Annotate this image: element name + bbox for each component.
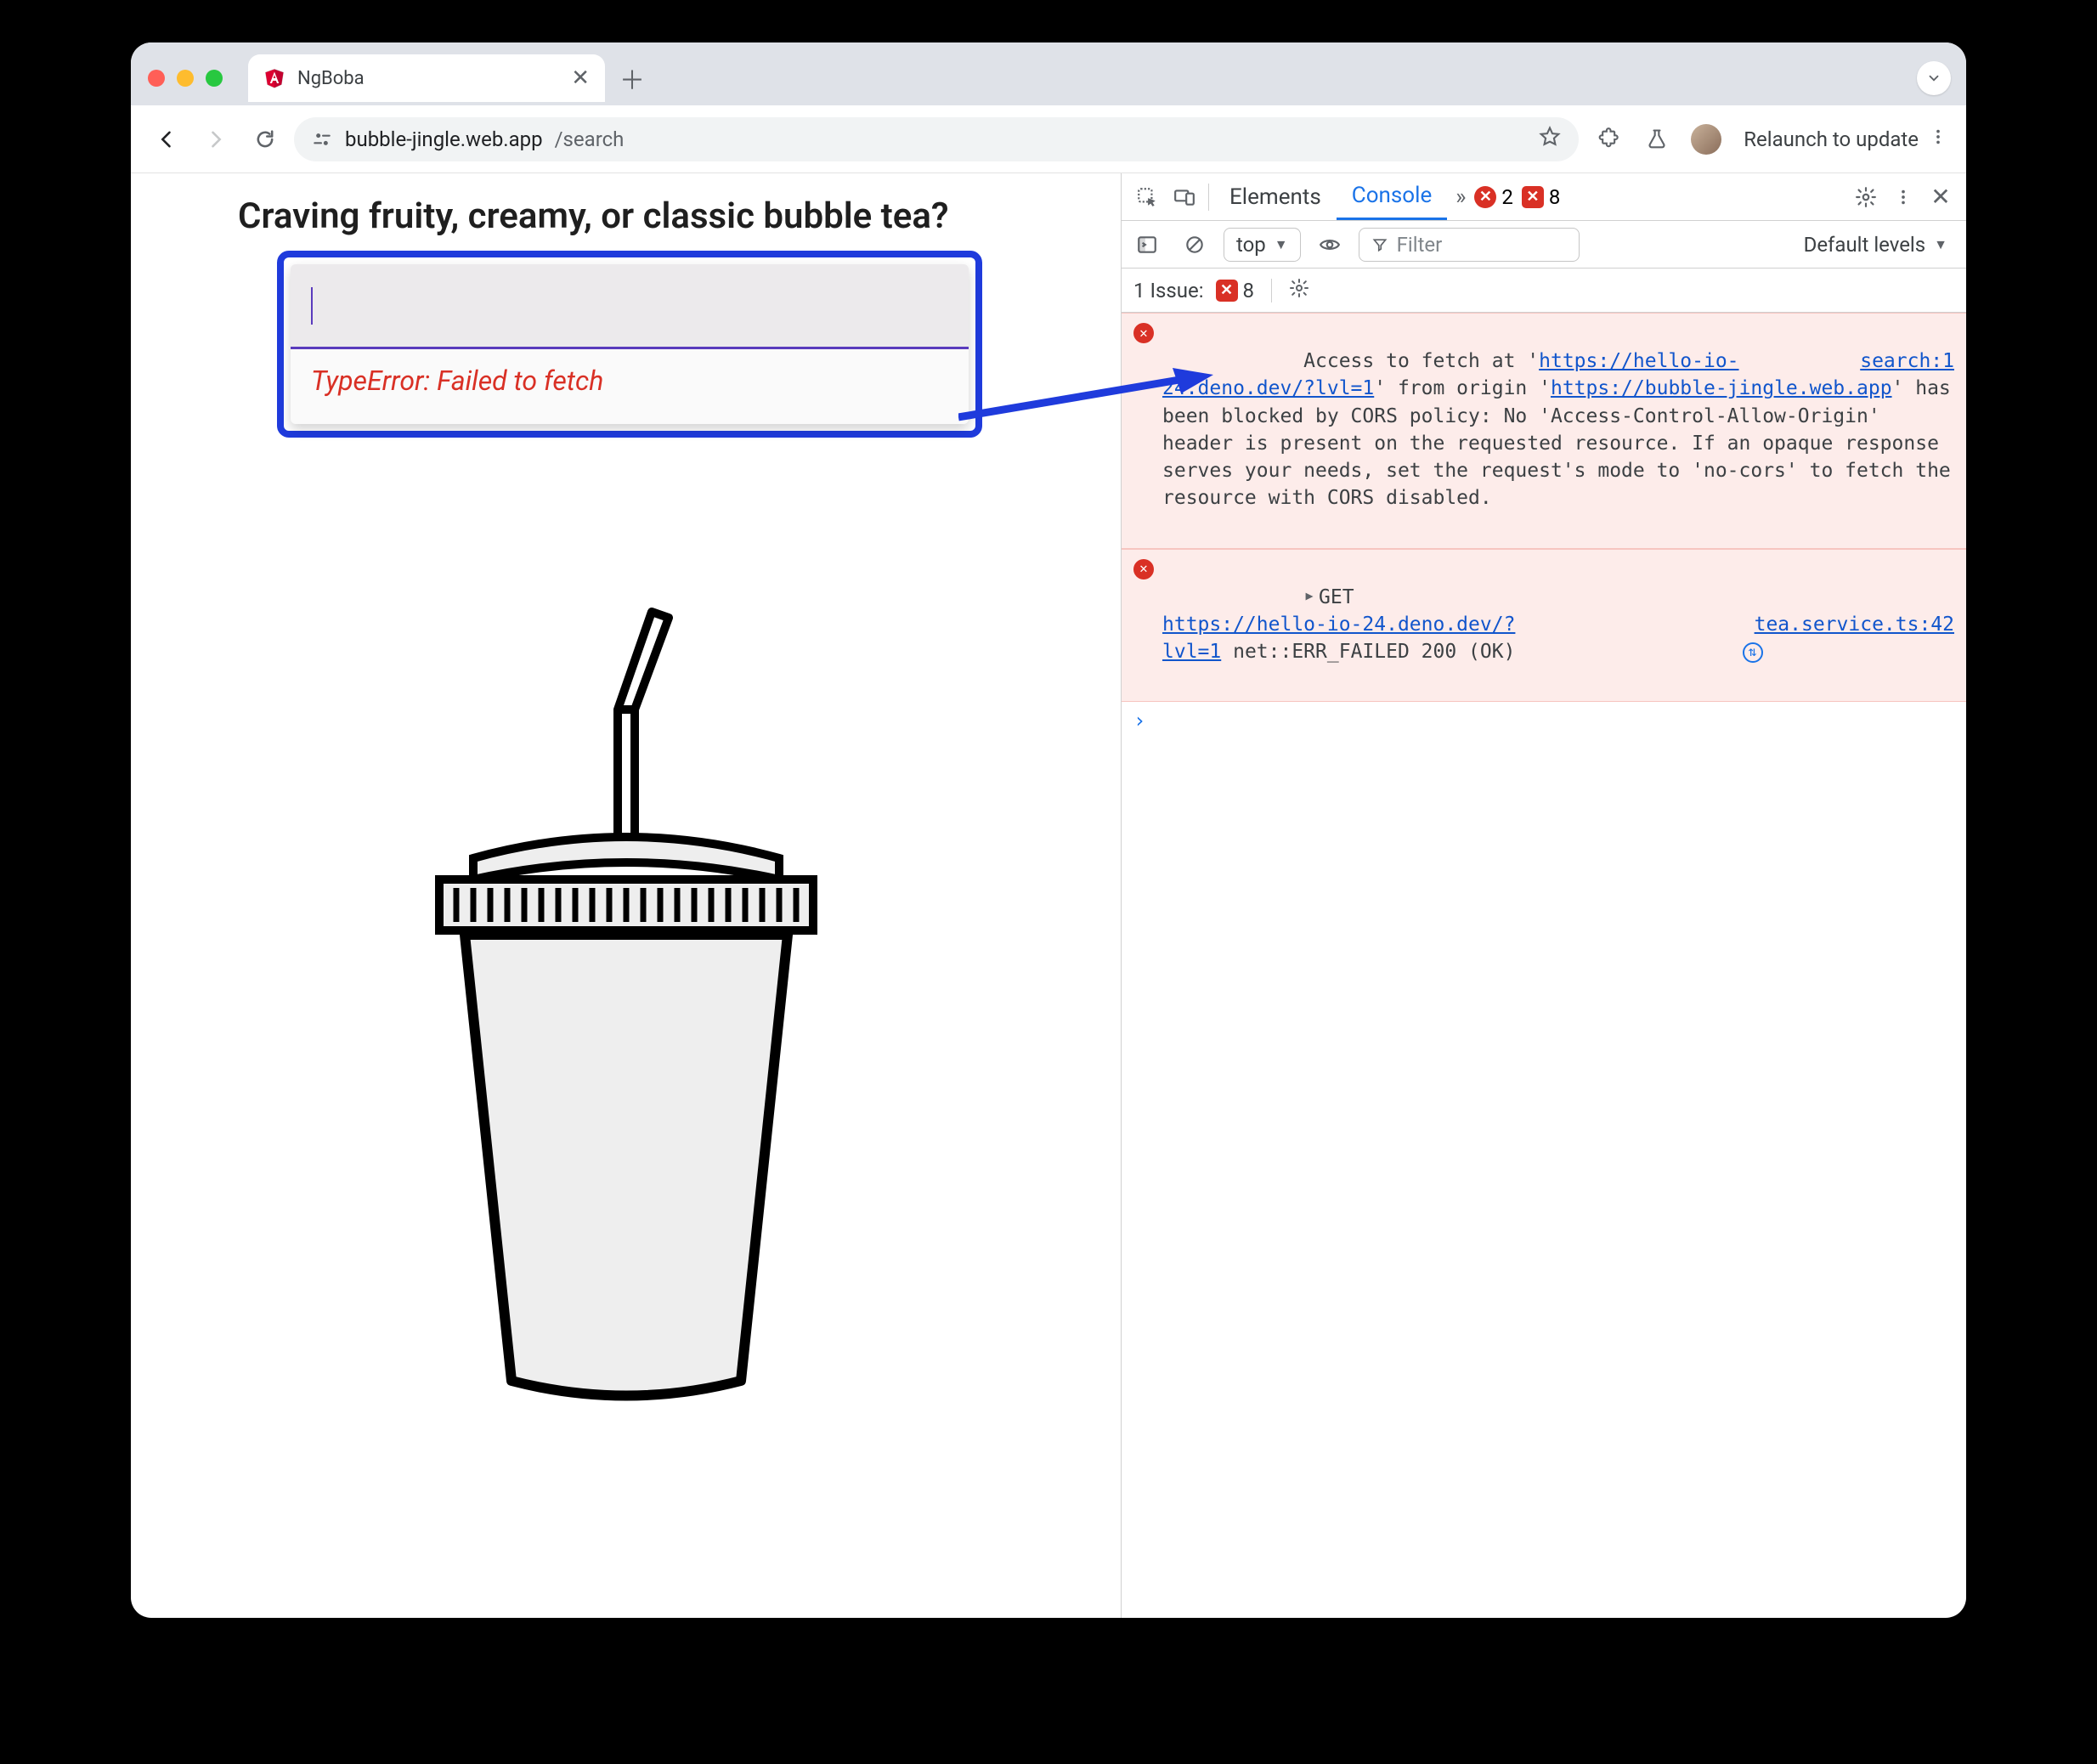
kebab-menu-icon[interactable] [1929, 127, 1947, 151]
text-caret-icon [311, 287, 313, 325]
rendered-page: Craving fruity, creamy, or classic bubbl… [131, 173, 1121, 1618]
relaunch-button[interactable]: Relaunch to update [1735, 127, 1951, 151]
devtools-close-icon[interactable]: ✕ [1922, 178, 1959, 216]
source-link[interactable]: search:1 [1860, 348, 1954, 375]
log-link[interactable]: https://bubble-jingle.web.app [1551, 377, 1892, 399]
issues-bar: 1 Issue: ✕ 8 [1122, 269, 1966, 313]
console-filter-input[interactable]: Filter [1359, 228, 1580, 262]
issue-count: 8 [1549, 185, 1561, 209]
extensions-icon[interactable] [1587, 119, 1628, 160]
url-host: bubble-jingle.web.app [345, 127, 543, 151]
log-text: Access to fetch at ' [1303, 350, 1539, 372]
console-error-entry[interactable]: ✕ search:1Access to fetch at 'https://he… [1122, 313, 1966, 549]
live-expression-icon[interactable] [1311, 226, 1348, 263]
log-levels-selector[interactable]: Default levels ▼ [1792, 228, 1959, 262]
error-count-badge[interactable]: ✕ 2 [1474, 185, 1513, 209]
issue-count-badge[interactable]: ✕ 8 [1522, 185, 1561, 209]
issues-count: 8 [1243, 279, 1255, 302]
disclosure-triangle-icon[interactable]: ▸ [1303, 582, 1315, 609]
chevron-down-icon [1926, 71, 1942, 86]
angular-favicon-icon [263, 67, 285, 89]
inspect-element-icon[interactable] [1128, 178, 1166, 216]
more-tabs-icon[interactable]: » [1447, 184, 1474, 210]
filter-icon [1371, 236, 1388, 253]
divider [1271, 279, 1272, 302]
devtools-panel: Elements Console » ✕ 2 ✕ 8 ✕ [1121, 173, 1966, 1618]
console-error-entry[interactable]: ✕ tea.service.ts:42 ⇅ ▸GET https://hello… [1122, 549, 1966, 703]
log-text: net::ERR_FAILED 200 (OK) [1221, 641, 1515, 663]
profile-avatar[interactable] [1686, 119, 1727, 160]
boba-cup-illustration [131, 599, 1121, 1415]
content-split: Craving fruity, creamy, or classic bubbl… [131, 173, 1966, 1618]
browser-toolbar: bubble-jingle.web.app/search Relaunch to… [131, 105, 1966, 173]
reload-button[interactable] [245, 119, 285, 160]
issue-icon: ✕ [1522, 186, 1544, 208]
close-window-button[interactable] [148, 70, 165, 87]
tab-console[interactable]: Console [1337, 173, 1447, 220]
back-button[interactable] [146, 119, 187, 160]
zoom-window-button[interactable] [206, 70, 223, 87]
context-label: top [1236, 233, 1266, 257]
relaunch-label: Relaunch to update [1744, 127, 1919, 151]
tab-strip: NgBoba ✕ ＋ [131, 42, 1966, 105]
page-heading: Craving fruity, creamy, or classic bubbl… [131, 182, 1121, 251]
tabs-dropdown-button[interactable] [1917, 61, 1951, 95]
error-icon: ✕ [1474, 186, 1496, 208]
filter-placeholder: Filter [1397, 233, 1443, 257]
annotation-arrow-icon [958, 368, 1213, 436]
minimize-window-button[interactable] [177, 70, 194, 87]
console-output: ✕ search:1Access to fetch at 'https://he… [1122, 313, 1966, 741]
annotation-highlight: TypeError: Failed to fetch [277, 251, 982, 438]
log-text: ' from origin ' [1374, 377, 1551, 399]
bookmark-star-icon[interactable] [1538, 125, 1562, 154]
browser-window: NgBoba ✕ ＋ bubble-jingle.web.app/search … [131, 42, 1966, 1618]
new-tab-button[interactable]: ＋ [612, 58, 653, 99]
divider [1208, 184, 1209, 211]
tab-elements[interactable]: Elements [1214, 173, 1337, 220]
close-tab-icon[interactable]: ✕ [571, 67, 590, 89]
source-link[interactable]: tea.service.ts:42 [1755, 613, 1954, 636]
search-input[interactable] [291, 264, 969, 349]
browser-tab[interactable]: NgBoba ✕ [248, 54, 605, 102]
devtools-kebab-icon[interactable] [1885, 178, 1922, 216]
site-settings-icon[interactable] [311, 128, 333, 150]
issues-settings-icon[interactable] [1289, 278, 1309, 303]
console-toolbar: top ▼ Filter Default levels ▼ [1122, 221, 1966, 269]
console-prompt[interactable]: › [1122, 702, 1966, 741]
labs-icon[interactable] [1636, 119, 1677, 160]
console-sidebar-toggle-icon[interactable] [1128, 226, 1166, 263]
issues-badge[interactable]: ✕ 8 [1216, 279, 1255, 302]
tab-title: NgBoba [297, 68, 365, 89]
levels-label: Default levels [1804, 233, 1926, 257]
window-controls [148, 70, 223, 87]
chevron-down-icon: ▼ [1275, 236, 1288, 253]
search-card: TypeError: Failed to fetch [291, 264, 969, 424]
error-message: TypeError: Failed to fetch [291, 349, 969, 424]
error-glyph-icon: ✕ [1133, 559, 1154, 580]
error-glyph-icon: ✕ [1133, 323, 1154, 343]
issue-icon: ✕ [1216, 280, 1238, 302]
address-bar[interactable]: bubble-jingle.web.app/search [294, 117, 1579, 161]
http-method: GET [1319, 586, 1354, 608]
devtools-tabbar: Elements Console » ✕ 2 ✕ 8 ✕ [1122, 173, 1966, 221]
execution-context-selector[interactable]: top ▼ [1224, 228, 1301, 262]
url-path: /search [555, 127, 625, 151]
sourcemap-icon[interactable]: ⇅ [1743, 642, 1763, 663]
clear-console-icon[interactable] [1176, 226, 1213, 263]
device-toolbar-icon[interactable] [1166, 178, 1203, 216]
chevron-down-icon: ▼ [1934, 236, 1947, 253]
error-count: 2 [1501, 185, 1513, 209]
forward-button[interactable] [195, 119, 236, 160]
devtools-settings-icon[interactable] [1847, 178, 1885, 216]
issues-label: 1 Issue: [1133, 279, 1204, 302]
